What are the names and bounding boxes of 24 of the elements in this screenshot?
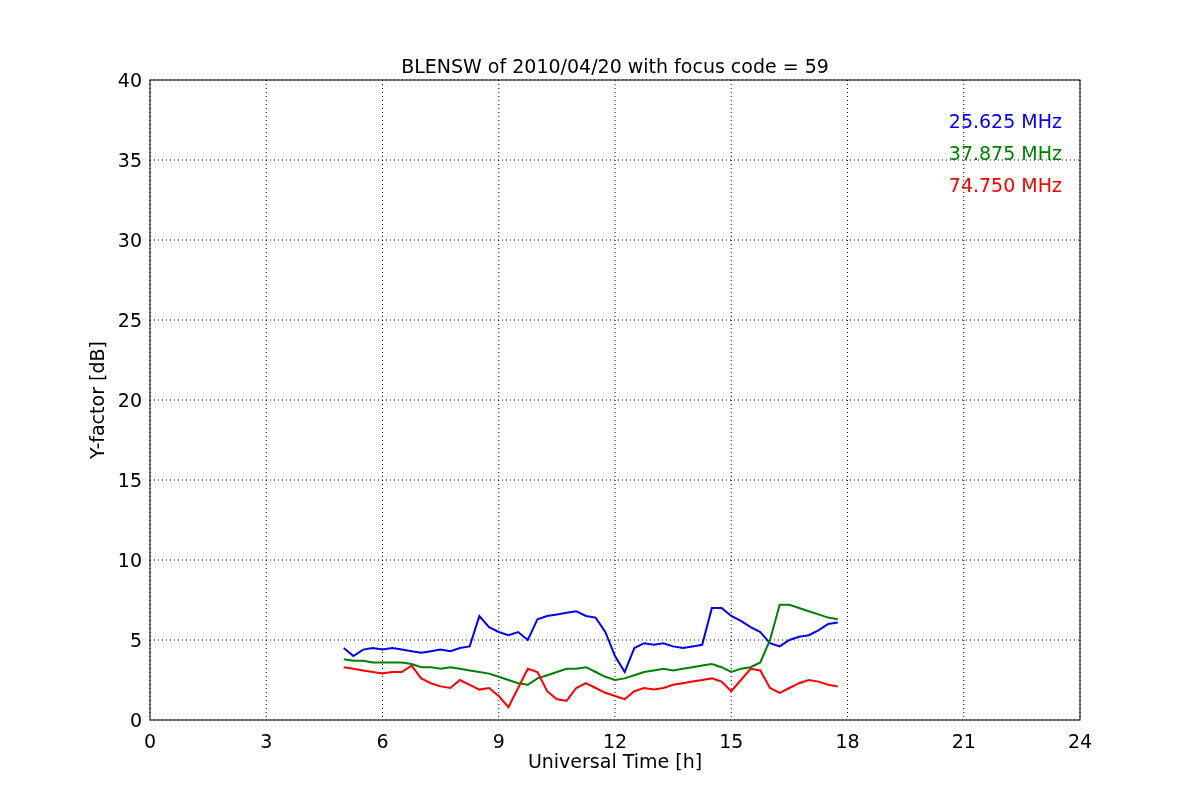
y-tick-label: 40 xyxy=(117,69,142,91)
x-tick-label: 3 xyxy=(260,730,273,752)
x-tick-label: 18 xyxy=(835,730,860,752)
y-tick-label: 15 xyxy=(117,469,142,491)
y-tick-label: 10 xyxy=(117,549,142,571)
y-tick-label: 5 xyxy=(129,629,142,651)
y-tick-label: 30 xyxy=(117,229,142,251)
y-tick-label: 20 xyxy=(117,389,142,411)
x-tick-label: 9 xyxy=(492,730,505,752)
legend-label: 37.875 MHz xyxy=(948,142,1062,164)
chart-title: BLENSW of 2010/04/20 with focus code = 59 xyxy=(401,55,829,77)
x-tick-label: 15 xyxy=(719,730,744,752)
x-tick-label: 21 xyxy=(951,730,976,752)
x-tick-label: 6 xyxy=(376,730,389,752)
y-tick-label: 35 xyxy=(117,149,142,171)
legend-label: 25.625 MHz xyxy=(948,110,1062,132)
y-axis-label: Y-factor [dB] xyxy=(86,341,108,459)
y-tick-label: 0 xyxy=(129,709,142,731)
x-axis-label: Universal Time [h] xyxy=(527,750,703,772)
y-tick-label: 25 xyxy=(117,309,142,331)
x-tick-label: 12 xyxy=(602,730,628,752)
legend-label: 74.750 MHz xyxy=(948,174,1062,196)
x-tick-label: 0 xyxy=(143,730,157,752)
x-tick-label: 24 xyxy=(1067,730,1093,752)
